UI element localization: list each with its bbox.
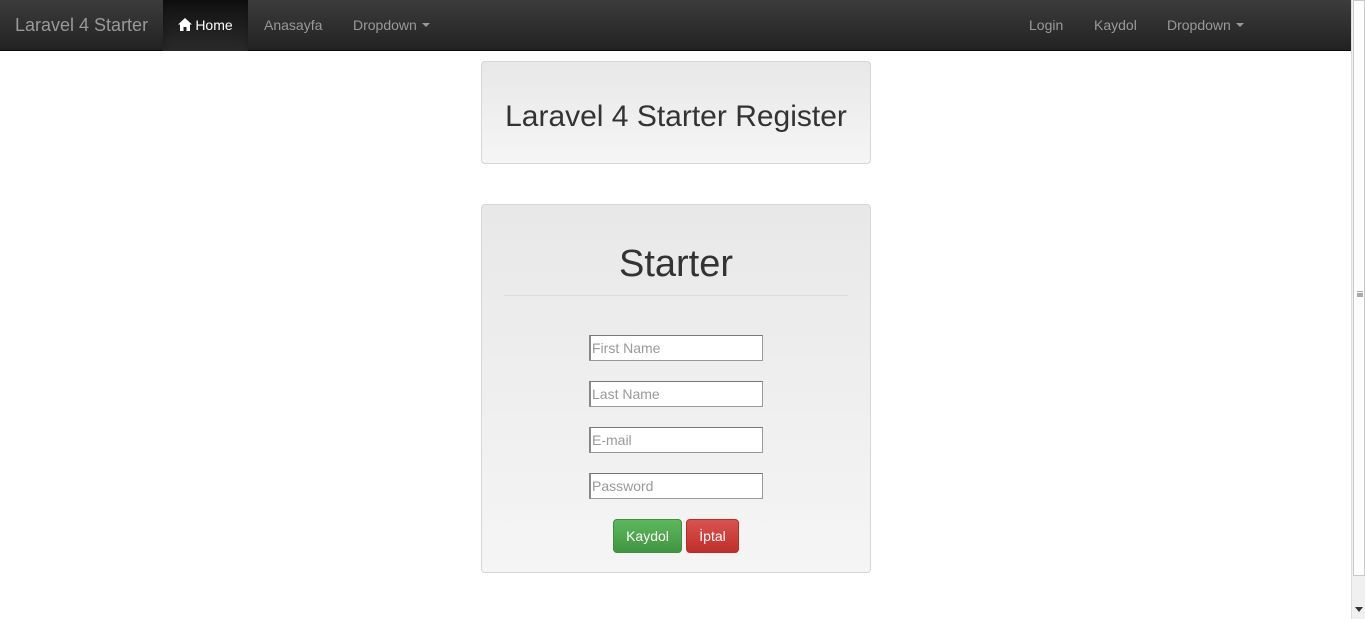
register-form: Starter Kaydol İptal — [481, 204, 871, 573]
nav-item-label: Dropdown — [1167, 17, 1231, 33]
scrollbar-grip-icon — [1357, 291, 1363, 294]
nav-item-dropdown-right[interactable]: Dropdown — [1167, 0, 1244, 51]
nav-item-label: Kaydol — [1094, 17, 1137, 33]
cancel-button[interactable]: İptal — [686, 519, 739, 553]
vertical-scrollbar[interactable] — [1351, 0, 1365, 619]
password-field[interactable] — [589, 473, 763, 499]
nav-item-anasayfa[interactable]: Anasayfa — [264, 0, 322, 51]
nav-item-home[interactable]: Home — [163, 0, 248, 51]
kaydol-button[interactable]: Kaydol — [613, 519, 682, 553]
home-icon — [178, 1, 193, 52]
first-name-field[interactable] — [589, 335, 763, 361]
nav-item-dropdown-left[interactable]: Dropdown — [353, 0, 430, 51]
page-title: Laravel 4 Starter Register — [505, 100, 847, 133]
nav-item-label: Dropdown — [353, 17, 417, 33]
email-field[interactable] — [589, 427, 763, 453]
nav-item-label: Login — [1029, 17, 1064, 33]
form-heading: Starter — [504, 237, 848, 296]
caret-down-icon — [1235, 23, 1244, 28]
navbar: Laravel 4 Starter Home Anasayfa Dropdown… — [0, 0, 1351, 51]
navbar-brand[interactable]: Laravel 4 Starter — [15, 0, 148, 51]
scroll-down-arrow-icon[interactable] — [1355, 607, 1363, 612]
page-title-panel: Laravel 4 Starter Register — [481, 61, 871, 164]
last-name-field[interactable] — [589, 381, 763, 407]
nav-item-login[interactable]: Login — [1029, 0, 1063, 51]
nav-item-label: Home — [195, 17, 233, 33]
nav-item-label: Anasayfa — [264, 17, 323, 33]
caret-down-icon — [421, 23, 430, 28]
nav-item-kaydol[interactable]: Kaydol — [1094, 0, 1137, 51]
scrollbar-thumb[interactable] — [1353, 0, 1365, 576]
